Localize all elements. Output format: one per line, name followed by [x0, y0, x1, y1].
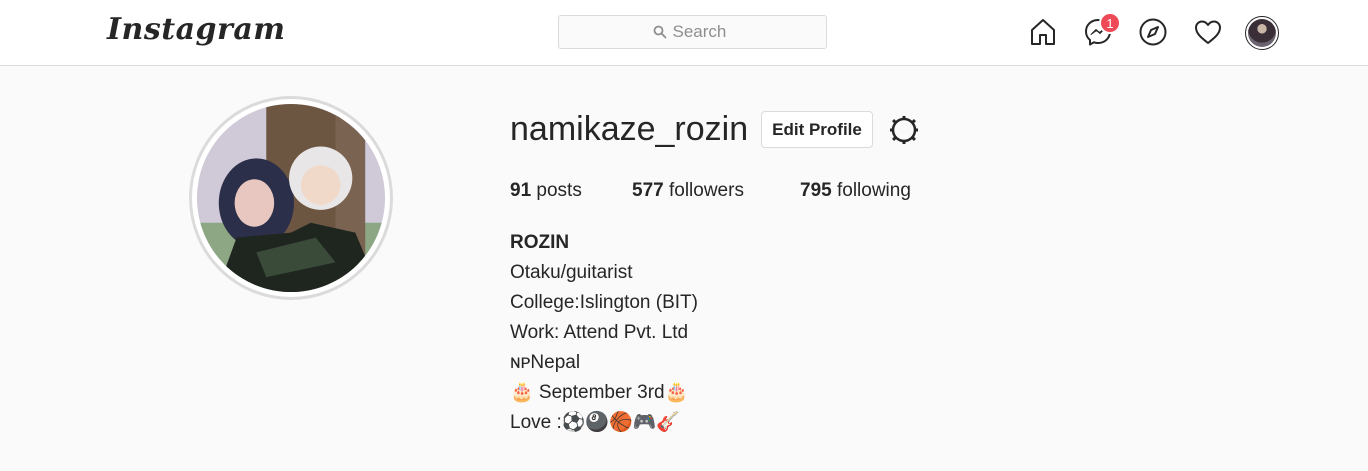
home-icon	[1031, 19, 1055, 45]
instagram-logo[interactable]: Instagram	[107, 12, 286, 47]
profile-picture[interactable]	[189, 96, 393, 300]
top-navigation-bar: Instagram 1	[0, 0, 1368, 66]
posts-stat: 91 posts	[510, 180, 582, 202]
posts-label: posts	[536, 180, 582, 201]
home-button[interactable]	[1027, 16, 1059, 48]
posts-count: 91	[510, 180, 532, 201]
profile-username: namikaze_rozin	[510, 110, 749, 148]
edit-profile-button[interactable]: Edit Profile	[761, 111, 873, 148]
followers-link[interactable]: 577 followers	[632, 180, 744, 202]
bio-line: ɴᴘNepal	[510, 352, 581, 373]
notification-badge: 1	[1099, 12, 1121, 34]
bio-line: 🎂 September 3rd🎂	[510, 382, 689, 403]
profile-avatar-small[interactable]	[1245, 16, 1279, 50]
activity-button[interactable]	[1192, 16, 1224, 48]
settings-button[interactable]	[887, 113, 921, 147]
bio-line: College:Islington (BIT)	[510, 292, 698, 313]
bio-line: Otaku/guitarist	[510, 262, 633, 283]
gear-icon	[890, 116, 918, 144]
explore-icon	[1139, 18, 1167, 46]
messenger-button[interactable]: 1	[1082, 12, 1121, 48]
heart-icon	[1195, 20, 1221, 44]
followers-count: 577	[632, 180, 664, 201]
following-link[interactable]: 795 following	[800, 180, 911, 202]
bio-line: Love :⚽🎱🏀🎮🎸	[510, 412, 681, 433]
explore-button[interactable]	[1137, 16, 1169, 48]
following-count: 795	[800, 180, 832, 201]
followers-label: followers	[668, 180, 744, 201]
avatar-image	[1248, 19, 1276, 47]
following-label: following	[836, 180, 911, 201]
bio-line: Work: Attend Pvt. Ltd	[510, 322, 689, 343]
search-input[interactable]	[672, 22, 733, 42]
search-box[interactable]	[558, 15, 827, 49]
profile-full-name: ROZIN	[510, 232, 570, 253]
profile-bio: ROZIN Otaku/guitarist College:Islington …	[510, 230, 698, 440]
search-icon	[653, 25, 666, 39]
profile-picture-image	[197, 104, 385, 292]
